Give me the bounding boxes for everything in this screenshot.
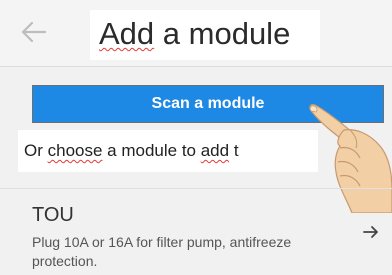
- arrow-right-icon[interactable]: [362, 223, 380, 241]
- back-arrow-icon[interactable]: [18, 17, 48, 47]
- add-word: add: [200, 141, 230, 160]
- module-name: TOU: [32, 204, 74, 226]
- module-list-item-tou[interactable]: TOU Plug 10A or 16A for filter pump, ant…: [0, 196, 392, 275]
- choose-word: choose: [47, 141, 103, 160]
- module-description: Plug 10A or 16A for filter pump, antifre…: [32, 234, 292, 269]
- page-title-box: Add a module: [90, 10, 320, 60]
- title-rest: a module: [154, 16, 291, 51]
- choose-module-heading-box: Or choose a module to add t: [18, 130, 318, 172]
- app-header: Add a module: [0, 0, 392, 67]
- choose-module-heading: Or choose a module to add t: [24, 141, 239, 161]
- choose-middle: a module to: [102, 141, 201, 160]
- choose-prefix: Or: [24, 141, 48, 160]
- section-divider: [0, 188, 392, 189]
- title-word-add: Add: [99, 16, 155, 51]
- choose-suffix: t: [229, 141, 239, 160]
- scan-module-label: Scan a module: [151, 95, 265, 112]
- page-title: Add a module: [99, 15, 290, 53]
